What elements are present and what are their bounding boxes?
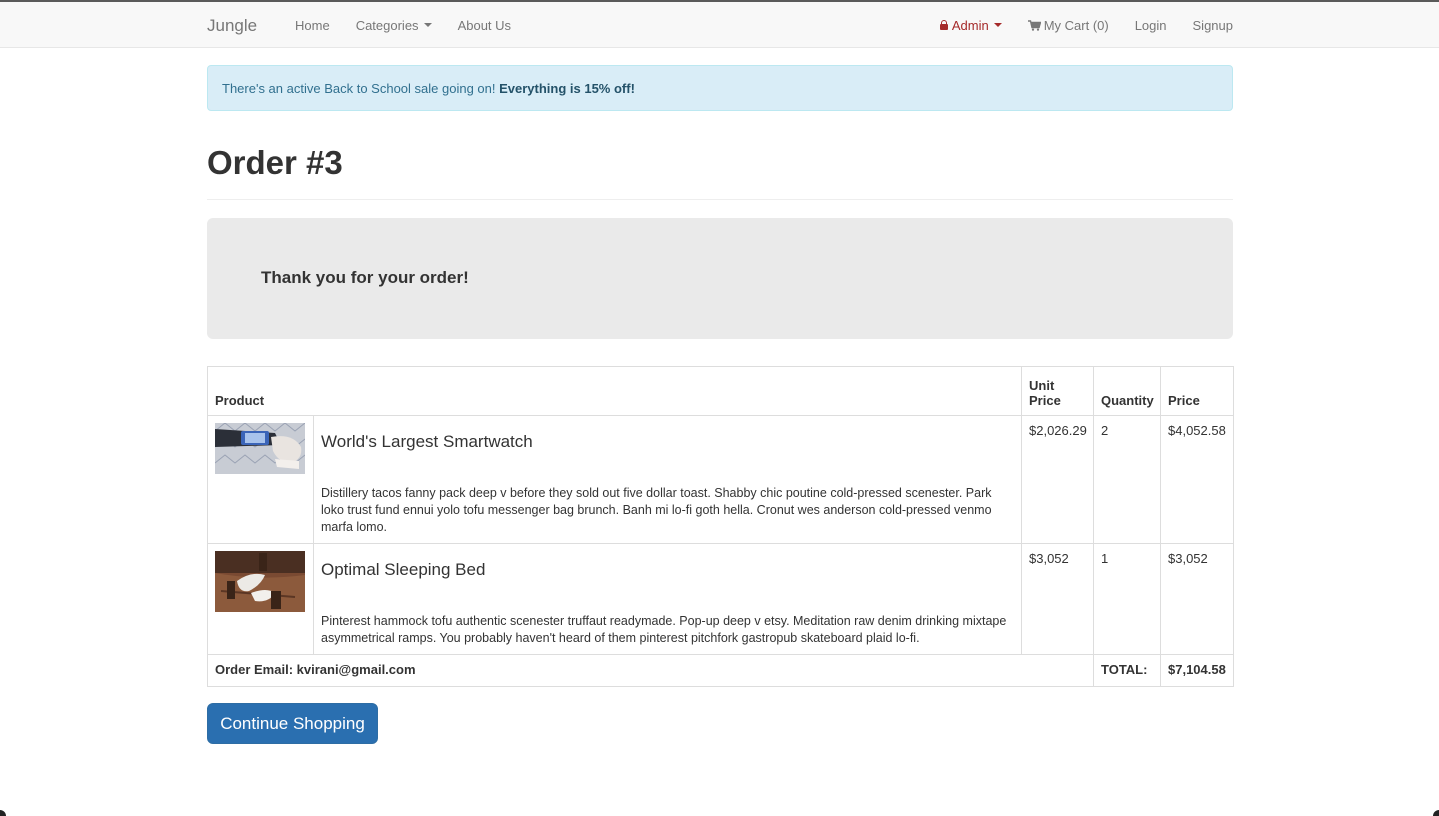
title-divider [207, 199, 1233, 200]
nav-about[interactable]: About Us [445, 2, 524, 48]
sale-alert: There's an active Back to School sale go… [207, 65, 1233, 111]
product-name[interactable]: Optimal Sleeping Bed [321, 560, 1014, 580]
quantity-cell: 1 [1093, 543, 1161, 655]
product-image-cell [207, 543, 314, 655]
product-description: Distillery tacos fanny pack deep v befor… [321, 486, 992, 534]
nav-admin-label: Admin [951, 17, 989, 33]
window-corner [0, 810, 6, 816]
brand-link[interactable]: Jungle [207, 16, 257, 36]
total-value: $7,104.58 [1160, 654, 1234, 687]
bed-product-image[interactable] [215, 551, 305, 612]
table-row: Optimal Sleeping Bed Pinterest hammock t… [207, 543, 1234, 655]
navbar: Jungle Home Categories About Us Admin My… [0, 2, 1439, 48]
chevron-down-icon [993, 23, 1002, 27]
smartwatch-product-image[interactable] [215, 423, 305, 474]
quantity-cell: 2 [1093, 415, 1161, 544]
price-cell: $3,052 [1160, 543, 1234, 655]
nav-login[interactable]: Login [1122, 2, 1180, 48]
header-quantity: Quantity [1093, 366, 1161, 416]
shopping-cart-icon [1027, 19, 1041, 31]
product-image-cell [207, 415, 314, 544]
table-footer-row: Order Email: kvirani@gmail.com TOTAL: $7… [207, 654, 1234, 687]
header-unit-price: Unit Price [1021, 366, 1094, 416]
thank-you-panel: Thank you for your order! [207, 218, 1233, 339]
nav-signup[interactable]: Signup [1180, 2, 1233, 48]
lock-icon [939, 20, 948, 30]
nav-right: Admin My Cart (0) Login Signup [927, 2, 1233, 48]
unit-price-cell: $2,026.29 [1021, 415, 1094, 544]
window-corner [1433, 810, 1439, 816]
header-product: Product [207, 366, 1022, 416]
product-details-cell: World's Largest Smartwatch Distillery ta… [313, 415, 1022, 544]
nav-cart[interactable]: My Cart (0) [1015, 2, 1122, 48]
price-cell: $4,052.58 [1160, 415, 1234, 544]
nav-left: Home Categories About Us [282, 2, 524, 48]
nav-categories-label: Categories [355, 17, 419, 33]
order-email: Order Email: kvirani@gmail.com [207, 654, 1094, 687]
sale-alert-emphasis: Everything is 15% off! [499, 81, 635, 96]
order-table: Product Unit Price Quantity Price World'… [207, 366, 1234, 687]
table-row: World's Largest Smartwatch Distillery ta… [207, 415, 1234, 544]
unit-price-cell: $3,052 [1021, 543, 1094, 655]
header-price: Price [1160, 366, 1234, 416]
chevron-down-icon [423, 23, 432, 27]
product-description: Pinterest hammock tofu authentic scenest… [321, 614, 1007, 645]
nav-admin[interactable]: Admin [927, 2, 1015, 48]
table-header-row: Product Unit Price Quantity Price [207, 366, 1234, 416]
nav-cart-label: My Cart (0) [1043, 17, 1109, 33]
sale-alert-text: There's an active Back to School sale go… [222, 81, 500, 96]
nav-categories[interactable]: Categories [343, 2, 445, 48]
product-details-cell: Optimal Sleeping Bed Pinterest hammock t… [313, 543, 1022, 655]
continue-shopping-button[interactable]: Continue Shopping [207, 703, 378, 744]
thank-you-message: Thank you for your order! [261, 268, 469, 287]
page-title: Order #3 [207, 144, 343, 181]
nav-home[interactable]: Home [282, 2, 343, 48]
product-name[interactable]: World's Largest Smartwatch [321, 432, 1014, 452]
total-label: TOTAL: [1093, 654, 1161, 687]
